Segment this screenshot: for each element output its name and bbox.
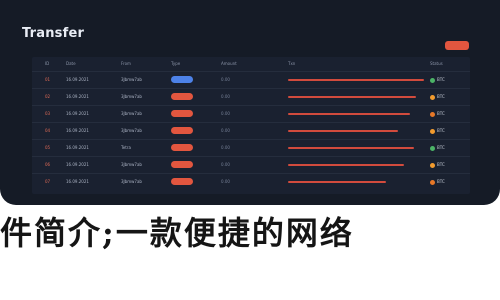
status-dot-icon	[430, 179, 435, 185]
status-dot-icon	[430, 128, 435, 134]
status-text: BTC	[437, 128, 445, 133]
txn-progress-line	[288, 130, 398, 132]
table-row[interactable]: 01 16.09.2021 3Jbmw7ab 0.00 BTC	[32, 71, 470, 88]
table-header: ID Date From Type Amount Txn Status	[32, 57, 470, 71]
row-amount: 0.00	[221, 111, 230, 116]
row-address: 3Jbmw7ab	[121, 77, 142, 82]
row-date: 16.09.2021	[66, 77, 89, 82]
status-dot-icon	[430, 77, 435, 83]
column-header-type: Type	[171, 61, 181, 66]
status-dot-icon	[430, 94, 435, 100]
status-text: BTC	[437, 162, 445, 167]
type-badge[interactable]	[171, 110, 193, 117]
row-id: 01	[45, 77, 51, 82]
row-address: 3Jbmw7ab	[121, 179, 142, 184]
row-status: BTC	[430, 157, 470, 173]
txn-progress-line	[288, 113, 410, 115]
row-id: 02	[45, 94, 51, 99]
status-text: BTC	[437, 94, 445, 99]
transfer-table: ID Date From Type Amount Txn Status 01 1…	[32, 57, 470, 194]
row-amount: 0.00	[221, 128, 230, 133]
row-date: 16.09.2021	[66, 162, 89, 167]
table-row[interactable]: 03 16.09.2021 3Jbmw7ab 0.00 BTC	[32, 105, 470, 122]
table-row[interactable]: 07 16.09.2021 3Jbmw7ab 0.00 BTC	[32, 173, 470, 190]
row-id: 07	[45, 179, 51, 184]
row-date: 16.09.2021	[66, 179, 89, 184]
type-badge[interactable]	[171, 93, 193, 100]
column-header-txn: Txn	[288, 61, 296, 66]
status-dot-icon	[430, 162, 435, 168]
table-row[interactable]: 06 16.09.2021 3Jbmw7ab 0.00 BTC	[32, 156, 470, 173]
column-header-from: From	[121, 61, 131, 66]
row-address: 3Jbmw7ab	[121, 162, 142, 167]
table-row[interactable]: 05 16.09.2021 Tetra 0.00 BTC	[32, 139, 470, 156]
status-text: BTC	[437, 179, 445, 184]
txn-progress-line	[288, 79, 424, 81]
row-id: 04	[45, 128, 51, 133]
row-status: BTC	[430, 140, 470, 156]
column-header-id: ID	[45, 61, 50, 66]
row-address: Tetra	[121, 145, 131, 150]
status-dot-icon	[430, 145, 435, 151]
type-badge[interactable]	[171, 144, 193, 151]
txn-progress-line	[288, 96, 416, 98]
row-amount: 0.00	[221, 77, 230, 82]
column-header-status: Status	[430, 61, 443, 66]
row-address: 3Jbmw7ab	[121, 111, 142, 116]
caption-text: 件简介;一款便捷的网络	[0, 214, 354, 252]
column-header-date: Date	[66, 61, 76, 66]
row-date: 16.09.2021	[66, 111, 89, 116]
column-header-amount: Amount	[221, 61, 237, 66]
row-id: 05	[45, 145, 51, 150]
row-id: 03	[45, 111, 51, 116]
txn-progress-line	[288, 147, 414, 149]
row-amount: 0.00	[221, 162, 230, 167]
txn-progress-line	[288, 181, 386, 183]
row-status: BTC	[430, 89, 470, 105]
txn-progress-line	[288, 164, 404, 166]
row-id: 06	[45, 162, 51, 167]
transfer-button[interactable]	[445, 41, 469, 50]
row-status: BTC	[430, 123, 470, 139]
row-address: 3Jbmw7ab	[121, 128, 142, 133]
row-date: 16.09.2021	[66, 145, 89, 150]
type-badge[interactable]	[171, 127, 193, 134]
row-date: 16.09.2021	[66, 94, 89, 99]
status-text: BTC	[437, 77, 445, 82]
row-status: BTC	[430, 106, 470, 122]
status-text: BTC	[437, 111, 445, 116]
table-row[interactable]: 04 16.09.2021 3Jbmw7ab 0.00 BTC	[32, 122, 470, 139]
row-status: BTC	[430, 72, 470, 88]
type-badge[interactable]	[171, 161, 193, 168]
page-title: Transfer	[22, 26, 85, 41]
row-amount: 0.00	[221, 179, 230, 184]
row-date: 16.09.2021	[66, 128, 89, 133]
status-dot-icon	[430, 111, 435, 117]
row-status: BTC	[430, 174, 470, 190]
row-amount: 0.00	[221, 94, 230, 99]
transfer-card: Transfer ID Date From Type Amount Txn St…	[0, 0, 500, 205]
type-badge[interactable]	[171, 178, 193, 185]
row-amount: 0.00	[221, 145, 230, 150]
type-badge[interactable]	[171, 76, 193, 83]
row-address: 3Jbmw7ab	[121, 94, 142, 99]
table-row[interactable]: 02 16.09.2021 3Jbmw7ab 0.00 BTC	[32, 88, 470, 105]
status-text: BTC	[437, 145, 445, 150]
